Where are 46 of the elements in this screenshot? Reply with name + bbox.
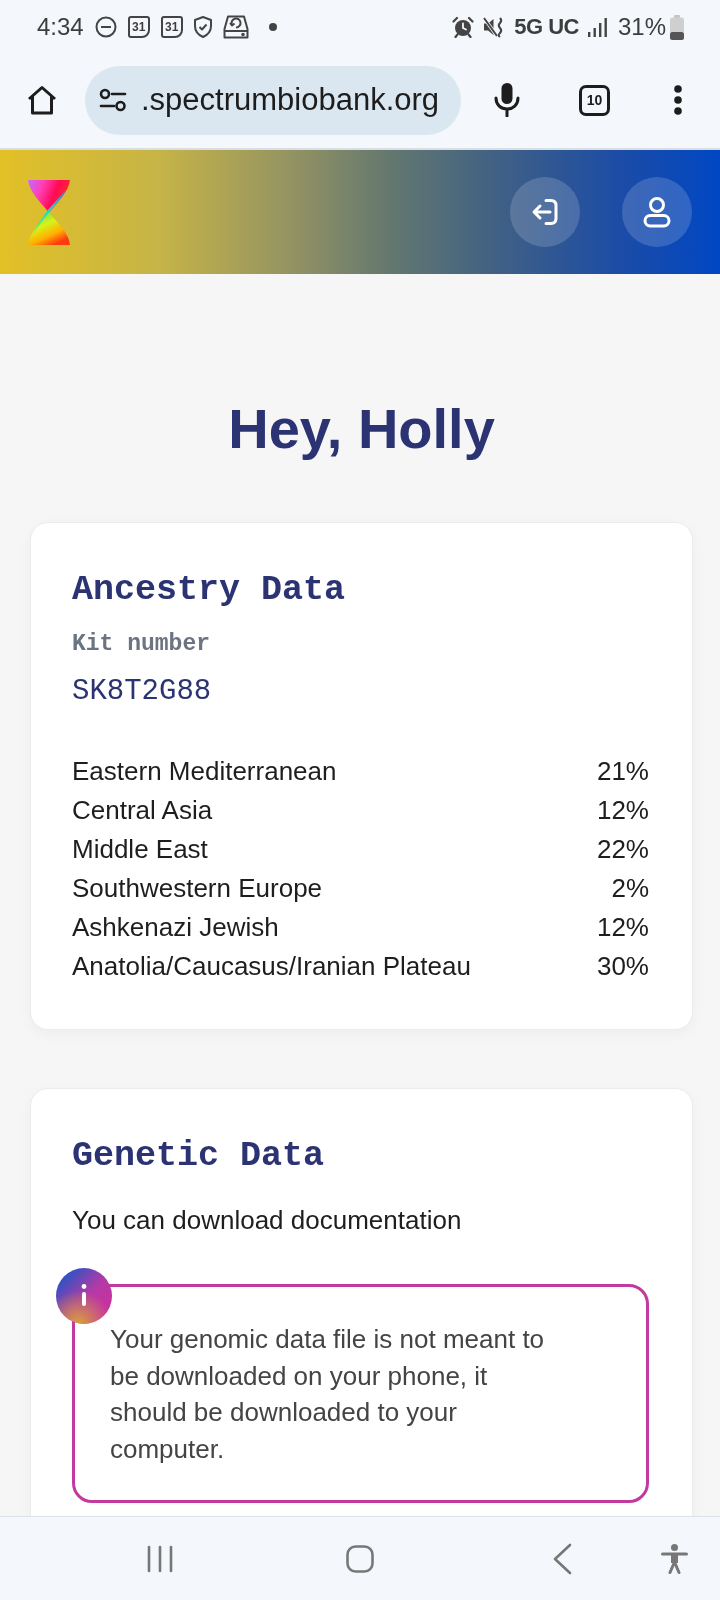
tab-switcher-button[interactable]: 10 — [579, 84, 610, 116]
greeting-heading: Hey, Holly — [227, 396, 496, 462]
region-percent: 21% — [596, 754, 649, 787]
battery-percent: 31% — [617, 13, 666, 41]
drive-sync-icon — [222, 15, 249, 39]
address-bar[interactable]: .spectrumbiobank.org — [85, 65, 461, 135]
menu-icon — [674, 85, 682, 115]
region-name: Eastern Mediterranean — [72, 754, 337, 787]
back-chevron-icon — [552, 1542, 572, 1575]
card-title: Genetic Data — [72, 1135, 326, 1177]
user-icon — [642, 196, 672, 228]
battery-icon — [670, 14, 684, 40]
microphone-icon — [494, 83, 520, 117]
region-percent: 12% — [596, 910, 649, 943]
home-icon — [26, 84, 58, 116]
calendar-date: 31 — [127, 16, 150, 38]
site-settings-icon — [99, 88, 127, 112]
region-name: Southwestern Europe — [72, 871, 323, 904]
region-name: Ashkenazi Jewish — [72, 910, 279, 943]
home-button[interactable] — [26, 84, 58, 116]
region-percent: 12% — [596, 793, 649, 826]
hourglass-logo-icon[interactable] — [28, 179, 70, 245]
clock-time: 4:34 — [37, 13, 84, 41]
accessibility-icon — [660, 1543, 688, 1574]
shield-check-icon — [193, 16, 212, 38]
kit-number: SK8T2G88 — [72, 674, 213, 710]
region-percent: 30% — [596, 949, 649, 982]
region-name: Anatolia/Caucasus/Iranian Plateau — [72, 949, 471, 982]
browser-menu-button[interactable] — [674, 85, 682, 115]
card-description: You can download documentation — [72, 1204, 463, 1237]
do-not-disturb-icon — [94, 16, 117, 38]
network-type: 5G UC — [514, 13, 579, 41]
region-name: Middle East — [72, 832, 208, 865]
notice-text: Your genomic data file is not meant to be downloaded on your phone, it should be downloaded to your computer. — [110, 1323, 546, 1466]
notification-dot-icon — [268, 23, 277, 31]
home-square-icon — [346, 1544, 374, 1573]
alarm-clock-icon — [452, 16, 475, 38]
region-name: Central Asia — [72, 793, 213, 826]
region-percent: 22% — [596, 832, 649, 865]
signal-bars-icon — [587, 17, 607, 37]
kit-number-label: Kit number — [72, 630, 212, 658]
recent-apps-icon — [147, 1544, 173, 1573]
voice-search-button[interactable] — [494, 83, 520, 117]
calendar-date: 31 — [160, 16, 183, 38]
card-title: Ancestry Data — [72, 569, 347, 611]
region-percent: 2% — [611, 871, 649, 904]
